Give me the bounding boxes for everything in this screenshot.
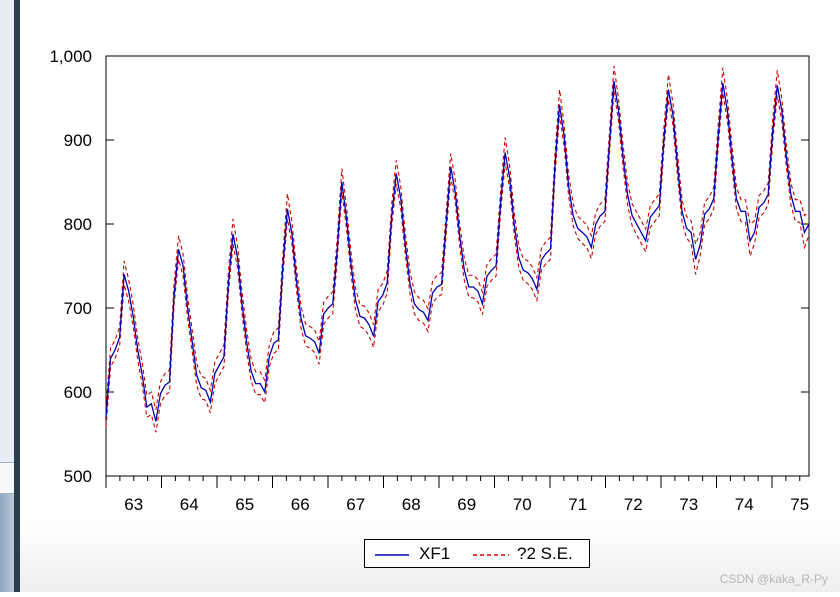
y-tick-label: 700 [64, 299, 92, 318]
chart-canvas: 500 600 700 800 900 1,000 63 64 65 66 67 68 69 70 71 7… [20, 0, 840, 592]
y-tick-label: 900 [64, 131, 92, 150]
x-axis: 63 64 65 66 67 68 69 70 71 72 73 74 75 [105, 476, 809, 514]
x-tick-label: 71 [568, 495, 587, 514]
legend: XF1 ?2 S.E. [364, 539, 590, 568]
x-tick-label: 75 [790, 495, 809, 514]
x-tick-label: 72 [624, 495, 643, 514]
left-strip-divider [0, 462, 14, 494]
forecast-chart: 500 600 700 800 900 1,000 63 64 65 66 67 68 69 70 71 7… [49, 47, 810, 514]
x-tick-label: 70 [513, 495, 532, 514]
legend-label-xf1: XF1 [419, 544, 451, 563]
x-tick-label: 67 [346, 495, 365, 514]
x-tick-label: 66 [291, 495, 310, 514]
legend-swatch-se [473, 554, 509, 556]
x-tick-label: 64 [180, 495, 199, 514]
y-tick-label: 500 [64, 467, 92, 486]
legend-label-se: ?2 S.E. [517, 544, 573, 563]
y-tick-label: 600 [64, 383, 92, 402]
left-strip-top [0, 0, 14, 462]
left-strip-bottom [0, 494, 14, 592]
x-tick-label: 73 [679, 495, 698, 514]
y-tick-label: 1,000 [49, 47, 92, 66]
watermark: CSDN @kaka_R-Py [719, 572, 828, 586]
x-tick-label: 68 [402, 495, 421, 514]
x-tick-label: 74 [735, 495, 754, 514]
legend-swatch-xf1 [375, 554, 409, 556]
x-tick-label: 65 [235, 495, 254, 514]
x-tick-label: 69 [457, 495, 476, 514]
plot-frame [105, 55, 810, 477]
y-tick-label: 800 [64, 215, 92, 234]
x-tick-label: 63 [124, 495, 143, 514]
